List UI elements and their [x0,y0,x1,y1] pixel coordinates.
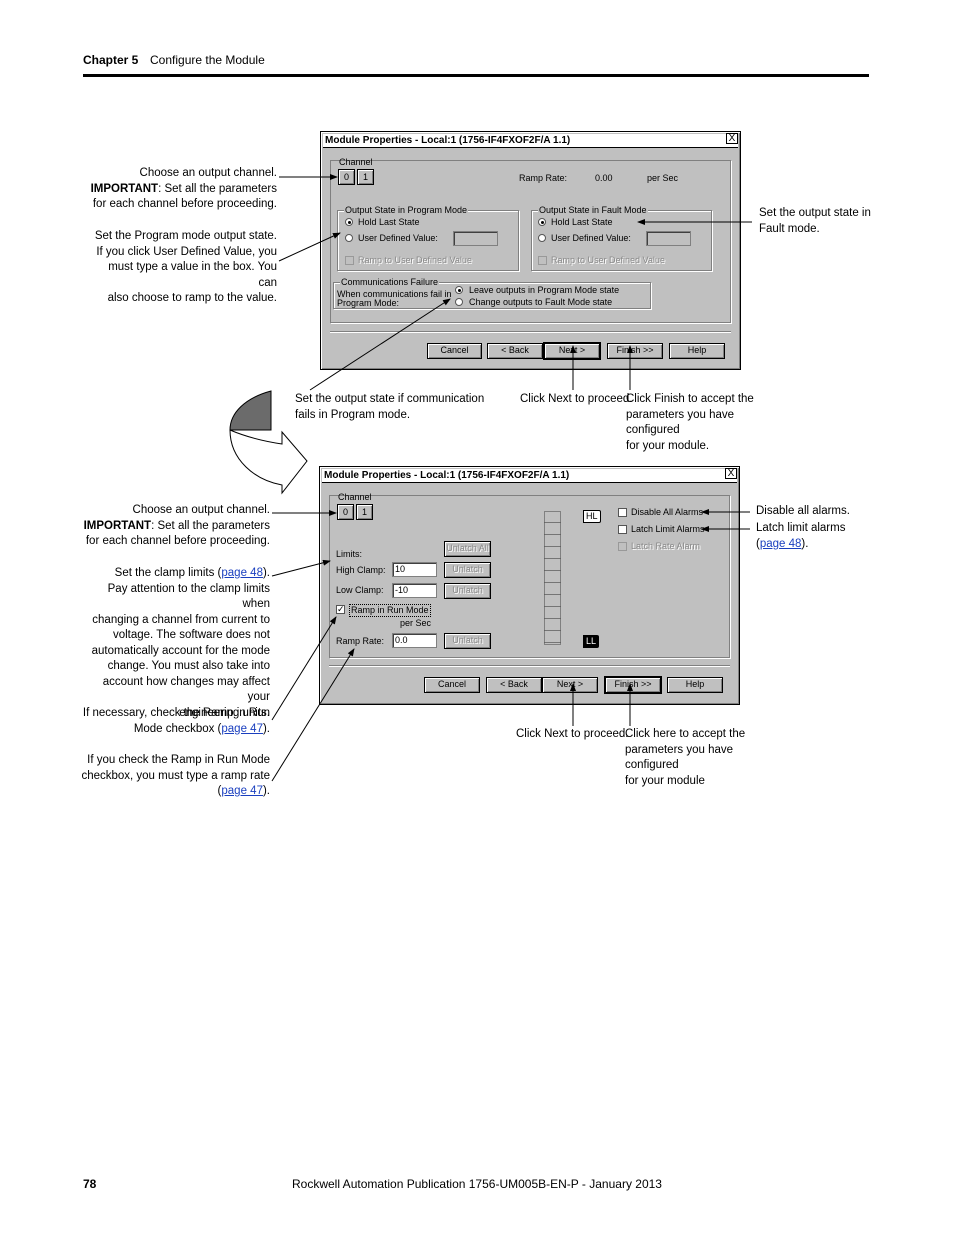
callout-ramp-checkbox [271,616,337,721]
callout-program-mode [278,232,341,262]
callout-clamp-limits [271,559,331,577]
curved-transition-arrow [229,390,308,495]
callout-ramp-rate [271,648,355,782]
publication-info: Rockwell Automation Publication 1756-UM0… [292,1177,662,1191]
callout-lines [229,174,752,782]
callout-comm-failure [309,298,451,391]
